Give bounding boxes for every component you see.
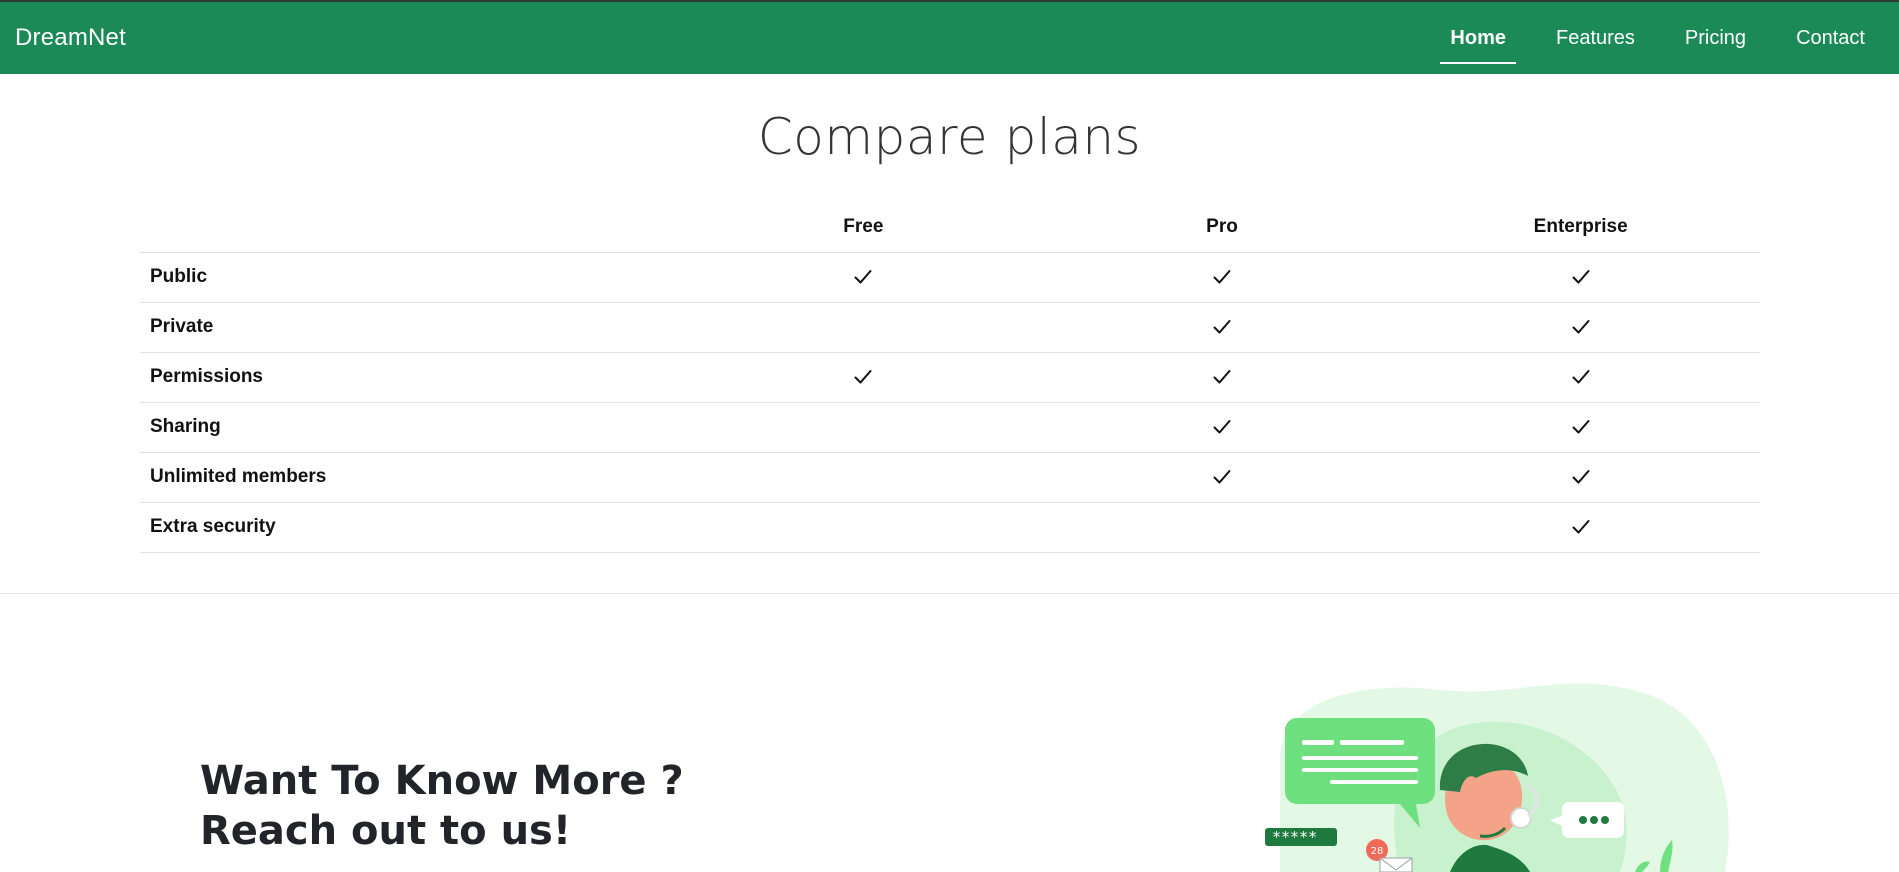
cell-enterprise [1401,452,1760,503]
contact-heading-line2: Reach out to us! [200,808,572,854]
cell-pro [1042,502,1402,553]
check-icon [1213,419,1231,434]
chat-bubble-icon [1285,718,1435,804]
headset-earpiece-icon [1510,807,1532,829]
table-row: Public [140,252,1760,303]
check-icon [854,269,872,284]
cell-free [684,302,1043,353]
compare-plans-title: Compare plans [757,108,1142,166]
nav-links: Home Features Pricing Contact [1410,2,1875,74]
table-row: Private [140,302,1760,353]
check-icon [1213,269,1231,284]
cell-free [684,452,1043,503]
chat-line-1a [1302,740,1334,745]
plan-header-pro: Pro [1042,202,1402,253]
check-icon [1572,269,1590,284]
check-icon [1213,319,1231,334]
cell-pro [1042,452,1402,503]
feature-label: Permissions [140,352,685,403]
typing-dot-1 [1579,816,1587,824]
support-illustration-svg: ***** 28 [1265,683,1729,872]
cell-enterprise [1401,302,1760,353]
nav-link-home[interactable]: Home [1440,2,1516,74]
cell-enterprise [1401,502,1760,553]
cell-free [684,502,1043,553]
cell-pro [1042,302,1402,353]
chat-line-4 [1330,780,1418,784]
nav-link-contact[interactable]: Contact [1786,2,1875,74]
nav-link-pricing[interactable]: Pricing [1675,2,1756,74]
table-row: Extra security [140,502,1760,553]
cell-free [684,402,1043,453]
typing-dot-3 [1601,816,1609,824]
table-row: Unlimited members [140,452,1760,503]
cell-free [684,252,1043,303]
cell-enterprise [1401,352,1760,403]
cell-free [684,352,1043,403]
chat-line-3 [1302,768,1418,772]
check-icon [1572,369,1590,384]
navbar: DreamNet Home Features Pricing Contact [0,2,1899,74]
feature-label: Sharing [140,402,685,453]
feature-label: Extra security [140,502,685,553]
check-icon [1213,369,1231,384]
customer-support-illustration: ***** 28 [1240,680,1760,872]
table-header-feature [140,202,685,253]
check-icon [1572,319,1590,334]
check-icon [1572,469,1590,484]
check-icon [1572,419,1590,434]
section-divider [0,593,1899,594]
feature-label: Private [140,302,685,353]
check-icon [1572,519,1590,534]
table-header-row: Free Pro Enterprise [140,202,1760,253]
plan-header-free: Free [684,202,1043,253]
compare-plans-table-wrapper: Free Pro Enterprise Public Private Permiss… [140,202,1760,553]
chat-line-1b [1340,740,1404,745]
cell-pro [1042,252,1402,303]
feature-label: Unlimited members [140,452,685,503]
brand-logo[interactable]: DreamNet [15,24,126,52]
contact-heading: Want To Know More ? Reach out to us! [200,756,684,856]
chat-line-2 [1302,756,1418,760]
compare-plans-table: Free Pro Enterprise Public Private Permiss… [140,202,1760,553]
plan-header-enterprise: Enterprise [1401,202,1760,253]
cell-enterprise [1401,252,1760,303]
table-row: Permissions [140,352,1760,403]
table-row: Sharing [140,402,1760,453]
cell-pro [1042,402,1402,453]
compare-table-body: Public Private Permissions Sharing Unlimited… [140,252,1760,553]
check-icon [1213,469,1231,484]
nav-link-features[interactable]: Features [1546,2,1645,74]
password-mask: ***** [1272,828,1317,846]
notification-count: 28 [1371,846,1384,857]
contact-heading-line1: Want To Know More ? [200,758,684,804]
cell-pro [1042,352,1402,403]
cell-enterprise [1401,402,1760,453]
check-icon [854,369,872,384]
typing-dot-2 [1590,816,1598,824]
feature-label: Public [140,252,685,303]
